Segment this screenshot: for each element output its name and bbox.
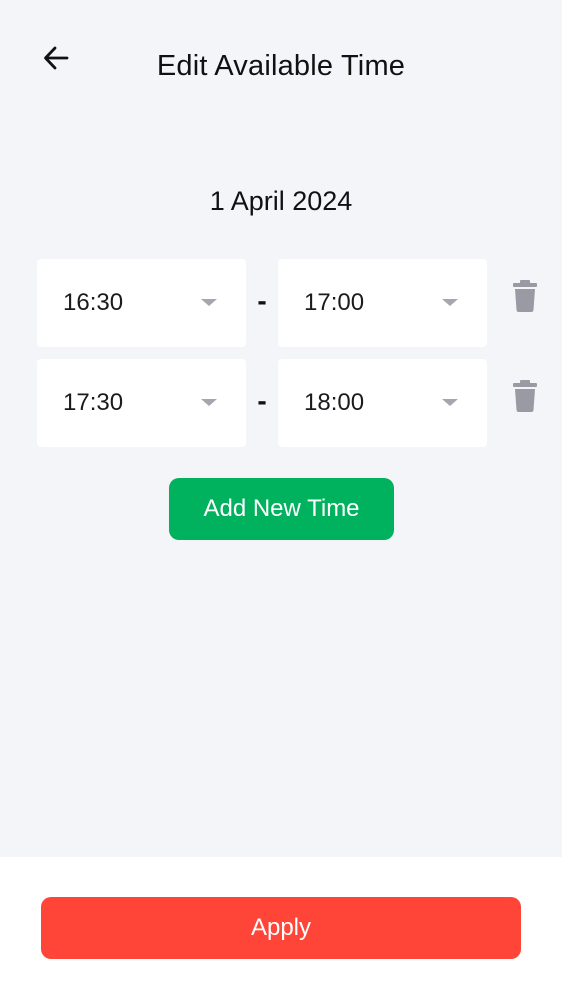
delete-slot-button[interactable] bbox=[511, 379, 539, 413]
caret-down-icon bbox=[201, 399, 217, 406]
time-slot-row: 17:30 - 18:00 bbox=[37, 359, 547, 447]
page-title: Edit Available Time bbox=[156, 50, 406, 82]
end-time-value: 17:00 bbox=[304, 289, 365, 316]
delete-slot-button[interactable] bbox=[511, 279, 539, 313]
add-new-time-button[interactable]: Add New Time bbox=[169, 478, 394, 540]
header-bar: Edit Available Time bbox=[0, 0, 562, 140]
time-separator: - bbox=[257, 285, 267, 316]
start-time-select[interactable]: 17:30 bbox=[37, 359, 246, 447]
apply-button[interactable]: Apply bbox=[41, 897, 521, 959]
footer-bar: Apply bbox=[0, 857, 562, 1000]
trash-icon bbox=[513, 380, 537, 412]
caret-down-icon bbox=[442, 299, 458, 306]
end-time-select[interactable]: 18:00 bbox=[278, 359, 487, 447]
time-separator: - bbox=[257, 385, 267, 416]
start-time-value: 17:30 bbox=[63, 389, 124, 416]
start-time-select[interactable]: 16:30 bbox=[37, 259, 246, 347]
date-label: 1 April 2024 bbox=[209, 186, 353, 216]
caret-down-icon bbox=[442, 399, 458, 406]
trash-icon bbox=[513, 280, 537, 312]
end-time-select[interactable]: 17:00 bbox=[278, 259, 487, 347]
start-time-value: 16:30 bbox=[63, 289, 124, 316]
end-time-value: 18:00 bbox=[304, 389, 365, 416]
time-slot-row: 16:30 - 17:00 bbox=[37, 259, 547, 347]
caret-down-icon bbox=[201, 299, 217, 306]
